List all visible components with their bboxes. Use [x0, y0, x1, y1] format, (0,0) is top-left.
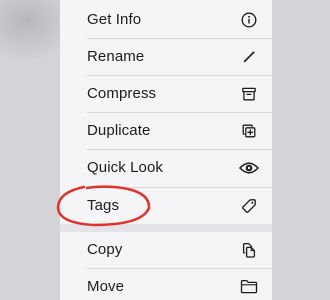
copy-document-icon [239, 240, 259, 260]
menu-item-tags[interactable]: Tags [60, 187, 272, 224]
menu-item-label: Tags [87, 197, 120, 214]
menu-item-rename[interactable]: Rename [60, 38, 272, 75]
archive-box-icon [239, 84, 259, 104]
menu-item-label: Duplicate [87, 122, 151, 139]
eye-icon [239, 158, 259, 178]
menu-item-copy[interactable]: Copy [60, 231, 272, 268]
info-circle-icon [239, 10, 259, 30]
menu-item-duplicate[interactable]: Duplicate [60, 112, 272, 149]
pencil-icon [239, 47, 259, 67]
menu-item-label: Quick Look [87, 159, 164, 176]
tag-icon [239, 196, 259, 216]
menu-item-label: Rename [87, 48, 145, 65]
menu-item-label: Compress [87, 85, 157, 102]
menu-item-label: Get Info [87, 11, 142, 28]
menu-item-quick-look[interactable]: Quick Look [60, 149, 272, 186]
menu-item-label: Copy [87, 241, 123, 258]
duplicate-plus-icon [239, 121, 259, 141]
menu-item-move[interactable]: Move [60, 268, 272, 300]
menu-item-compress[interactable]: Compress [60, 75, 272, 112]
context-menu: Get Info Rename Compress Duplicate Quick… [60, 0, 272, 300]
menu-item-label: Move [87, 278, 125, 295]
folder-icon [239, 277, 259, 297]
menu-item-get-info[interactable]: Get Info [60, 1, 272, 38]
